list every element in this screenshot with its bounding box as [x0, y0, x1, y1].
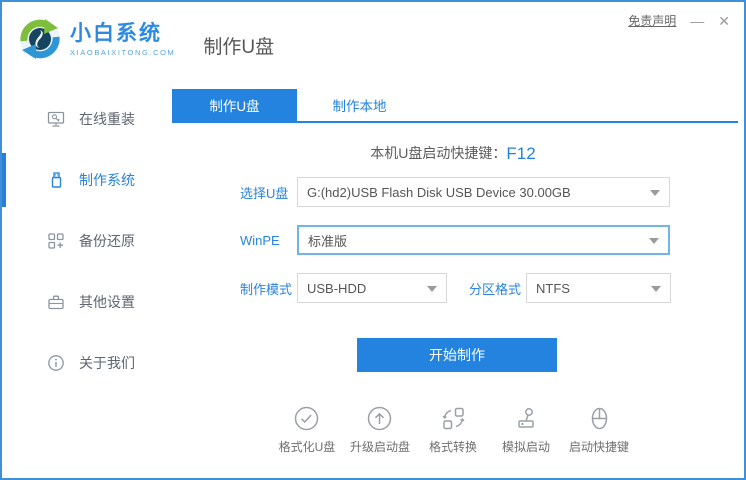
- tool-format-convert[interactable]: 格式转换: [423, 405, 483, 455]
- app-logo-icon: [18, 17, 62, 61]
- online-reinstall-icon: [47, 110, 65, 128]
- tool-label: 升级启动盘: [350, 438, 410, 455]
- dropdown-arrow-icon: [650, 190, 660, 196]
- tabbar: 制作U盘 制作本地: [172, 89, 738, 123]
- close-button[interactable]: ✕: [718, 14, 730, 28]
- sidebar-item-backup-restore[interactable]: 备份还原: [2, 216, 162, 266]
- sidebar-item-label: 关于我们: [79, 353, 135, 373]
- format-usb-icon: [293, 405, 320, 432]
- usb-select[interactable]: G:(hd2)USB Flash Disk USB Device 30.00GB: [297, 177, 670, 207]
- backup-restore-icon: [47, 232, 65, 250]
- brand-name: 小白系统: [70, 22, 175, 46]
- tool-boot-hotkey[interactable]: 启动快捷键: [569, 405, 629, 455]
- minimize-button[interactable]: —: [690, 14, 704, 28]
- usb-select-row: 选择U盘 G:(hd2)USB Flash Disk USB Device 30…: [240, 177, 744, 207]
- sidebar-item-label: 备份还原: [79, 231, 135, 251]
- boot-hotkey-line: 本机U盘启动快捷键：F12: [162, 143, 744, 164]
- sidebar-item-about-us[interactable]: 关于我们: [2, 338, 162, 388]
- usb-drive-icon: [47, 171, 65, 189]
- titlebar: 小白系统 XIAOBAIXITONG.COM 制作U盘 免责声明 — ✕: [2, 2, 744, 76]
- start-make-button[interactable]: 开始制作: [357, 338, 557, 372]
- usb-select-label: 选择U盘: [240, 183, 297, 202]
- partition-select-label: 分区格式: [469, 279, 526, 298]
- brand-text: 小白系统 XIAOBAIXITONG.COM: [70, 22, 175, 57]
- mode-select-value: USB-HDD: [307, 281, 366, 296]
- sidebar-item-label: 在线重装: [79, 109, 135, 129]
- sidebar: 在线重装 制作系统 备份还原: [2, 76, 162, 478]
- winpe-select-row: WinPE 标准版: [240, 225, 744, 255]
- mode-select[interactable]: USB-HDD: [297, 273, 447, 303]
- page-title: 制作U盘: [203, 32, 274, 59]
- dropdown-arrow-icon: [651, 286, 661, 292]
- app-window: 小白系统 XIAOBAIXITONG.COM 制作U盘 免责声明 — ✕ 在线重…: [0, 0, 746, 480]
- dropdown-arrow-icon: [427, 286, 437, 292]
- tab-make-local[interactable]: 制作本地: [297, 89, 422, 121]
- format-convert-icon: [440, 405, 467, 432]
- upgrade-boot-icon: [366, 405, 393, 432]
- winpe-select-value: 标准版: [308, 231, 347, 250]
- app-body: 在线重装 制作系统 备份还原: [2, 76, 744, 478]
- disclaimer-link[interactable]: 免责声明: [628, 12, 676, 29]
- sidebar-item-make-system[interactable]: 制作系统: [2, 155, 162, 205]
- sidebar-item-other-settings[interactable]: 其他设置: [2, 277, 162, 327]
- sidebar-item-label: 制作系统: [79, 170, 135, 190]
- form: 选择U盘 G:(hd2)USB Flash Disk USB Device 30…: [240, 177, 744, 303]
- main-panel: 制作U盘 制作本地 本机U盘启动快捷键：F12 选择U盘 G:(hd2)USB …: [162, 76, 744, 478]
- tool-label: 格式转换: [429, 438, 477, 455]
- toolbox-icon: [47, 293, 65, 311]
- boot-hotkey-value: F12: [506, 144, 535, 163]
- sidebar-item-online-reinstall[interactable]: 在线重装: [2, 94, 162, 144]
- window-controls: 免责声明 — ✕: [628, 12, 730, 29]
- tool-label: 模拟启动: [502, 438, 550, 455]
- tools-bar: 格式化U盘 升级启动盘: [162, 405, 744, 455]
- mode-select-label: 制作模式: [240, 279, 297, 298]
- boot-hotkey-label: 本机U盘启动快捷键：: [370, 145, 506, 161]
- partition-select-value: NTFS: [536, 281, 570, 296]
- usb-select-value: G:(hd2)USB Flash Disk USB Device 30.00GB: [307, 185, 571, 200]
- boot-hotkey-icon: [586, 405, 613, 432]
- tool-format-usb[interactable]: 格式化U盘: [277, 405, 337, 455]
- simulate-boot-icon: [513, 405, 540, 432]
- brand-domain: XIAOBAIXITONG.COM: [70, 48, 175, 57]
- info-icon: [47, 354, 65, 372]
- winpe-select-label: WinPE: [240, 233, 297, 248]
- sidebar-item-label: 其他设置: [79, 292, 135, 312]
- tool-upgrade-boot-disk[interactable]: 升级启动盘: [350, 405, 410, 455]
- tool-label: 格式化U盘: [279, 438, 336, 455]
- tab-make-usb[interactable]: 制作U盘: [172, 89, 297, 121]
- winpe-select[interactable]: 标准版: [297, 225, 670, 255]
- dropdown-arrow-icon: [649, 238, 659, 244]
- brand: 小白系统 XIAOBAIXITONG.COM: [18, 17, 175, 61]
- tool-simulate-boot[interactable]: 模拟启动: [496, 405, 556, 455]
- tool-label: 启动快捷键: [569, 438, 629, 455]
- mode-partition-row: 制作模式 USB-HDD 分区格式 NTFS: [240, 273, 744, 303]
- partition-select[interactable]: NTFS: [526, 273, 671, 303]
